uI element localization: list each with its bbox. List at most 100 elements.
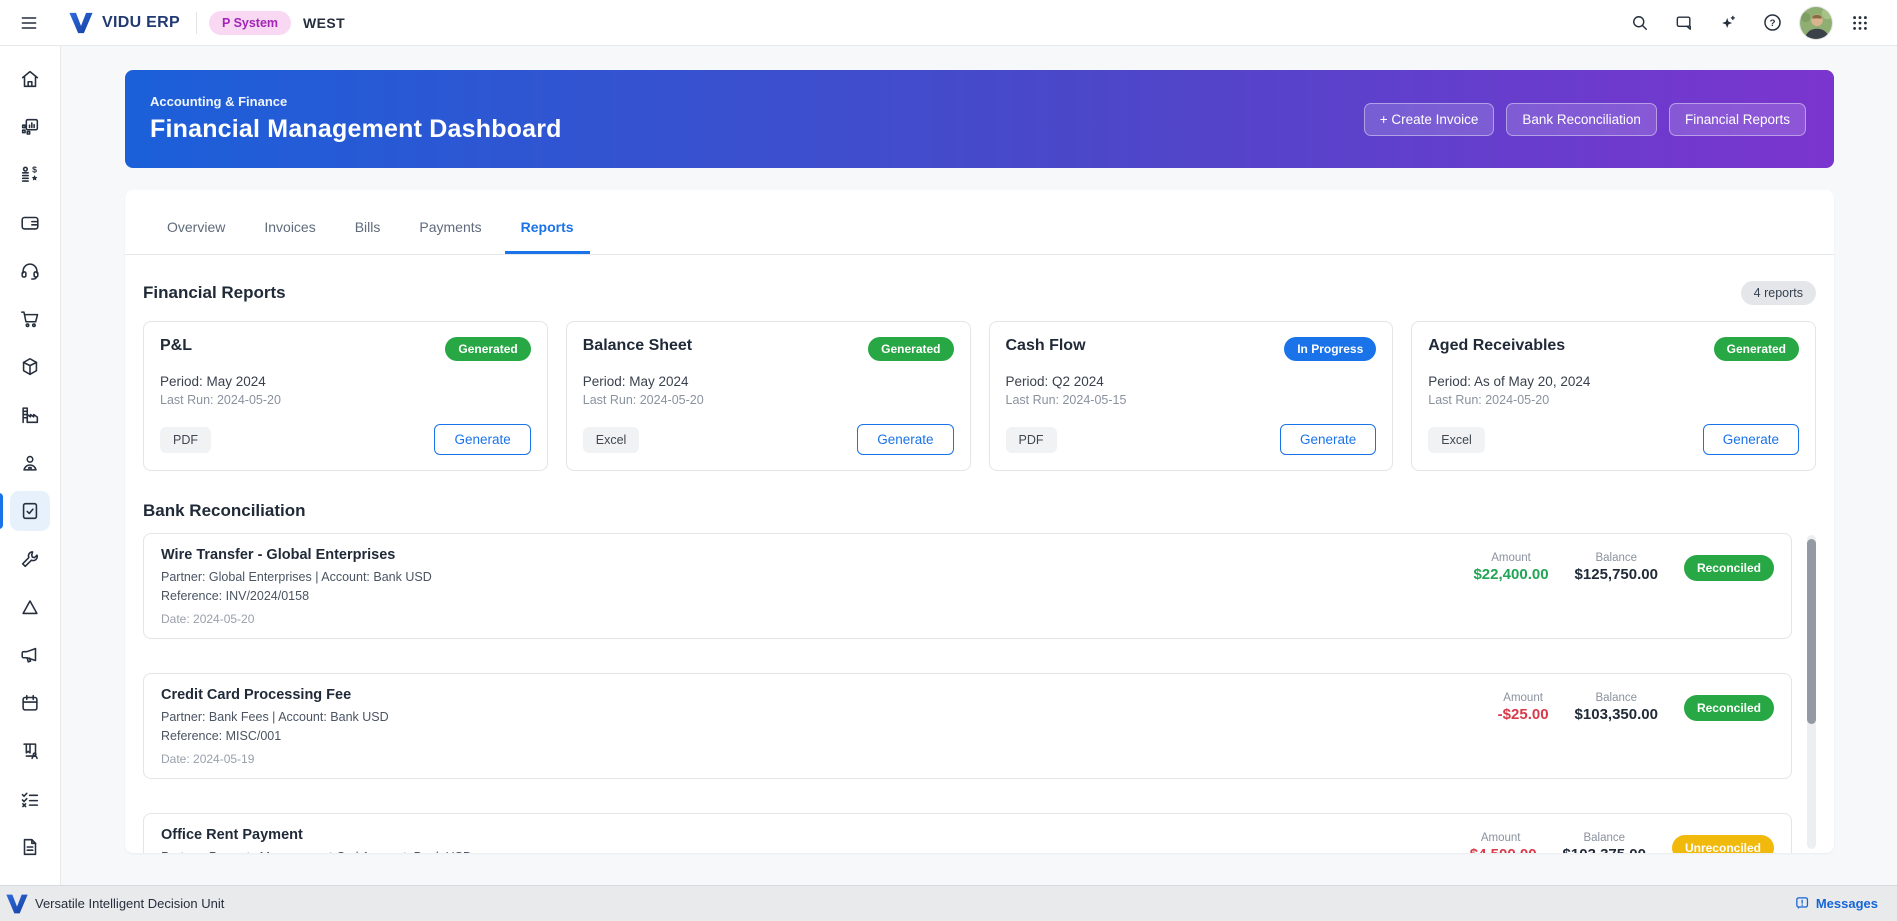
messages-button[interactable]: Messages [1794, 895, 1878, 912]
create-invoice-button[interactable]: + Create Invoice [1363, 102, 1495, 136]
report-card-balance-sheet: Balance Sheet Generated Period: May 2024… [565, 321, 971, 471]
search-icon[interactable] [1623, 6, 1657, 40]
sidebar-item-learning[interactable] [10, 731, 50, 771]
generate-button[interactable]: Generate [1279, 424, 1377, 455]
scrollbar-track[interactable] [1807, 535, 1816, 849]
report-period: Period: May 2024 [582, 374, 689, 389]
report-cards: P&L Generated Period: May 2024 Last Run:… [143, 321, 1816, 471]
format-chip: PDF [160, 426, 211, 453]
reconciliation-status-badge: Reconciled [1683, 554, 1774, 581]
tab-payments[interactable]: Payments [403, 202, 497, 254]
sidebar-item-home[interactable] [10, 59, 50, 99]
status-badge: In Progress [1284, 337, 1377, 361]
format-chip: Excel [582, 426, 640, 453]
page-title: Financial Management Dashboard [150, 115, 562, 143]
sidebar-item-support[interactable] [10, 251, 50, 291]
footer-brand-text: Versatile Intelligent Decision Unit [35, 896, 225, 911]
ai-sparkle-icon[interactable] [1711, 6, 1745, 40]
report-title: P&L [160, 337, 192, 354]
sidebar-item-calendar[interactable] [10, 683, 50, 723]
footer: Versatile Intelligent Decision Unit Mess… [0, 885, 1897, 921]
sidebar-item-accounting[interactable] [0, 491, 50, 531]
report-card-aged-receivables: Aged Receivables Generated Period: As of… [1411, 321, 1816, 471]
tab-bills[interactable]: Bills [339, 202, 397, 254]
avatar[interactable] [1799, 5, 1833, 40]
sidebar-item-sales[interactable]: $ [10, 155, 50, 195]
balance-label: Balance [1583, 832, 1626, 844]
messages-label: Messages [1815, 896, 1878, 911]
amount-value: $22,400.00 [1473, 566, 1549, 583]
sidebar-item-analytics[interactable] [10, 107, 50, 147]
page-header-banner: Accounting & Finance Financial Managemen… [125, 70, 1834, 168]
reconciliation-status-badge: Unreconciled [1671, 834, 1774, 853]
report-period: Period: May 2024 [160, 374, 266, 389]
apps-grid-icon[interactable] [1843, 6, 1877, 40]
transaction-partner: Partner: Global Enterprises | Account: B… [161, 570, 432, 584]
reconciliation-status-badge: Reconciled [1683, 694, 1774, 721]
report-period: Period: As of May 20, 2024 [1428, 374, 1591, 389]
tab-invoices[interactable]: Invoices [248, 202, 331, 254]
reports-count-badge: 4 reports [1740, 281, 1816, 305]
transaction-title: Credit Card Processing Fee [161, 687, 352, 703]
sidebar-item-tasks[interactable] [10, 779, 50, 819]
bank-reconciliation-title: Bank Reconciliation [143, 501, 306, 520]
sidebar-item-quality[interactable] [10, 587, 50, 627]
report-title: Balance Sheet [582, 337, 693, 354]
report-last-run: Last Run: 2024-05-20 [1428, 393, 1550, 407]
svg-text:?: ? [1769, 18, 1775, 29]
transaction-date: Date: 2024-05-19 [161, 752, 255, 766]
generate-button[interactable]: Generate [434, 424, 531, 455]
sidebar-item-documents[interactable] [10, 827, 50, 867]
balance-value: $103,375.00 [1563, 846, 1646, 853]
balance-label: Balance [1595, 552, 1638, 564]
transaction-reference: Reference: INV/2024/0158 [161, 589, 310, 603]
reconciliation-row[interactable]: Credit Card Processing Fee Partner: Bank… [143, 673, 1792, 779]
transaction-partner: Partner: Property Management Co | Accoun… [161, 850, 472, 853]
help-icon[interactable]: ? [1755, 6, 1789, 40]
sidebar-item-purchases[interactable] [10, 299, 50, 339]
generate-button[interactable]: Generate [1702, 424, 1799, 455]
vidu-logo-icon [69, 12, 93, 33]
tab-reports[interactable]: Reports [504, 202, 590, 254]
banner-category: Accounting & Finance [150, 94, 288, 109]
amount-value: -$4,500.00 [1465, 846, 1537, 853]
region-label: WEST [303, 14, 346, 31]
amount-label: Amount [1480, 832, 1521, 844]
sidebar-item-marketing[interactable] [10, 635, 50, 675]
scrollbar-thumb[interactable] [1807, 539, 1816, 724]
report-title: Aged Receivables [1428, 337, 1566, 354]
brand[interactable]: VIDU ERP [68, 11, 180, 35]
reconciliation-row[interactable]: Office Rent Payment Partner: Property Ma… [143, 813, 1792, 853]
transaction-partner: Partner: Bank Fees | Account: Bank USD [161, 710, 389, 724]
financial-reports-button[interactable]: Financial Reports [1668, 102, 1806, 136]
svg-text:$: $ [32, 164, 37, 174]
messages-icon [1796, 897, 1808, 910]
generate-button[interactable]: Generate [857, 424, 954, 455]
status-badge: Generated [1713, 337, 1799, 361]
sidebar-item-hr[interactable] [10, 443, 50, 483]
system-badge: P System [208, 10, 292, 35]
bank-reconciliation-button[interactable]: Bank Reconciliation [1506, 102, 1657, 136]
tab-overview[interactable]: Overview [151, 202, 241, 254]
menu-icon[interactable] [12, 6, 46, 40]
status-badge: Generated [868, 337, 954, 361]
sidebar-item-inventory[interactable] [10, 347, 50, 387]
amount-value: -$25.00 [1497, 706, 1549, 723]
tabs-bar: Overview Invoices Bills Payments Reports [125, 190, 1834, 255]
sidebar-item-manufacturing[interactable] [10, 395, 50, 435]
reconciliation-list: Wire Transfer - Global Enterprises Partn… [143, 533, 1816, 853]
report-period: Period: Q2 2024 [1005, 374, 1104, 389]
sidebar-item-wallet[interactable] [10, 203, 50, 243]
balance-label: Balance [1595, 692, 1638, 704]
sidebar-item-tools[interactable] [10, 539, 50, 579]
dashboard-card: Overview Invoices Bills Payments Reports… [125, 190, 1834, 853]
vidu-logo-icon [6, 894, 28, 913]
format-chip: Excel [1428, 426, 1485, 453]
status-badge: Generated [445, 337, 531, 361]
transaction-title: Office Rent Payment [161, 827, 303, 843]
transaction-reference: Reference: MISC/001 [161, 729, 282, 743]
divider [195, 11, 197, 34]
reconciliation-row[interactable]: Wire Transfer - Global Enterprises Partn… [143, 533, 1792, 639]
chat-icon[interactable] [1667, 6, 1701, 40]
balance-value: $125,750.00 [1574, 566, 1658, 583]
